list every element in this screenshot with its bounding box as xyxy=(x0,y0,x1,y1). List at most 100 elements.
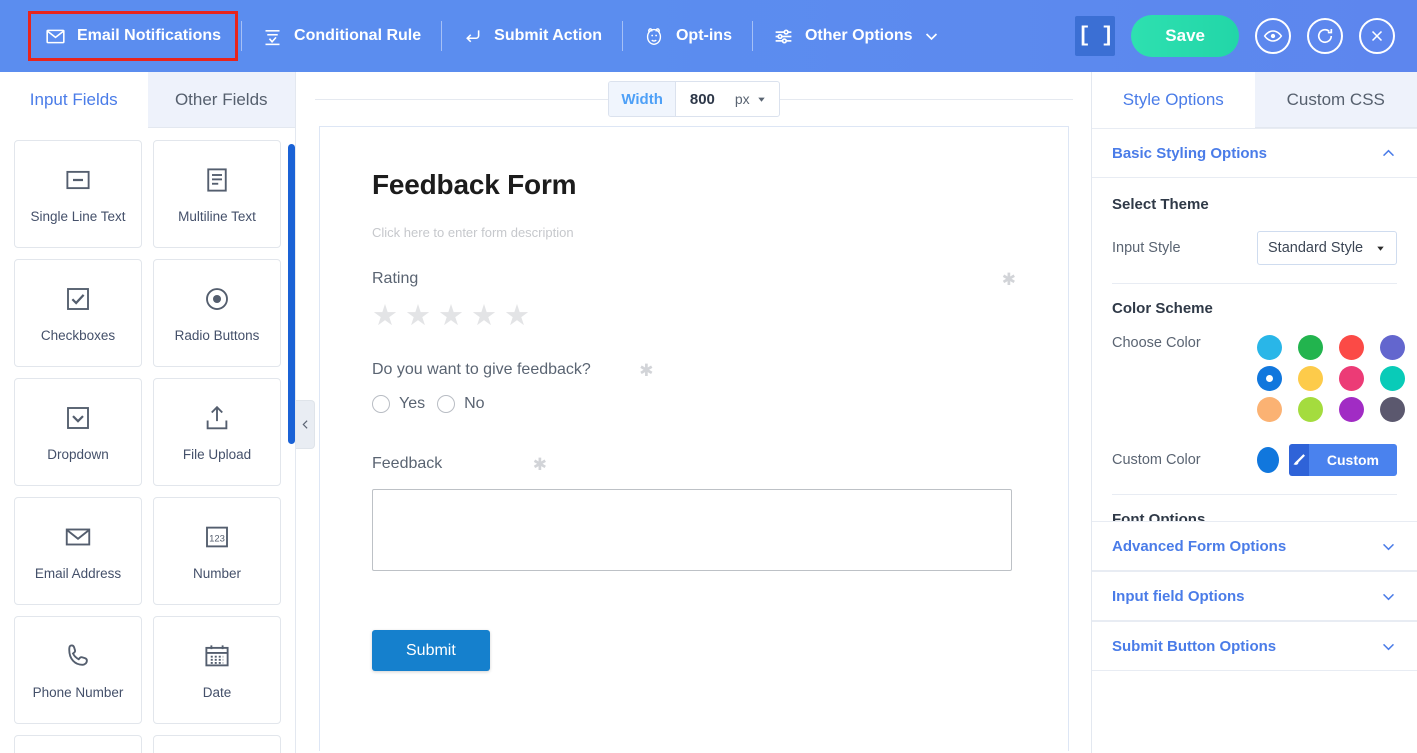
color-swatch[interactable] xyxy=(1380,397,1405,422)
field-card-multiline-text[interactable]: Multiline Text xyxy=(153,140,281,248)
form-field-radio-feedback[interactable]: Do you want to give feedback? ✱ Yes No xyxy=(372,361,1016,413)
field-card-label: Phone Number xyxy=(32,684,124,700)
field-card-phone-number[interactable]: Phone Number xyxy=(14,616,142,724)
color-swatch[interactable] xyxy=(1257,397,1282,422)
form-width-control: Width px xyxy=(608,81,780,117)
font-options-title: Font Options xyxy=(1112,511,1206,521)
mailchimp-monkey-icon xyxy=(643,25,665,47)
tab-input-fields[interactable]: Input Fields xyxy=(0,72,148,128)
toolbar-item-opt-ins[interactable]: Opt-ins xyxy=(626,11,749,61)
field-card-label: Multiline Text xyxy=(178,208,256,224)
color-swatch[interactable] xyxy=(1380,366,1405,391)
form-title[interactable]: Feedback Form xyxy=(372,169,1016,201)
field-card-number[interactable]: 123 Number xyxy=(153,497,281,605)
save-button[interactable]: Save xyxy=(1131,15,1239,57)
field-card-checkboxes[interactable]: Checkboxes xyxy=(14,259,142,367)
phone-icon xyxy=(63,641,93,671)
toolbar-divider xyxy=(441,21,443,51)
toolbar-item-other-options[interactable]: Other Options xyxy=(756,11,957,61)
radio-option-no[interactable]: No xyxy=(437,395,485,413)
tab-style-options[interactable]: Style Options xyxy=(1092,72,1255,128)
basic-styling-body: Select Theme Input Style Standard Style … xyxy=(1092,178,1417,521)
field-card-file-upload[interactable]: File Upload xyxy=(153,378,281,486)
radio-options: Yes No xyxy=(372,395,1016,413)
field-card-radio-buttons[interactable]: Radio Buttons xyxy=(153,259,281,367)
width-unit-select[interactable]: px xyxy=(733,91,779,107)
width-unit-label: px xyxy=(734,91,750,107)
field-card-dropdown[interactable]: Dropdown xyxy=(14,378,142,486)
accordion-basic-styling-options[interactable]: Basic Styling Options xyxy=(1092,128,1417,178)
custom-color-row: Custom Color Custom xyxy=(1112,444,1397,476)
sidebar-scrollbar[interactable] xyxy=(288,144,295,444)
custom-color-swatch[interactable] xyxy=(1257,447,1280,473)
input-style-value: Standard Style xyxy=(1268,240,1364,256)
feedback-textarea[interactable] xyxy=(372,489,1012,571)
field-card-label: Single Line Text xyxy=(30,208,126,224)
custom-color-button-label: Custom xyxy=(1308,444,1397,476)
color-swatch[interactable] xyxy=(1298,366,1323,391)
color-swatch[interactable] xyxy=(1298,335,1323,360)
form-field-feedback[interactable]: Feedback ✱ xyxy=(372,455,1016,576)
refresh-icon[interactable] xyxy=(1307,18,1343,54)
tab-other-fields[interactable]: Other Fields xyxy=(147,72,295,128)
input-style-select[interactable]: Standard Style xyxy=(1257,231,1397,265)
accordion-input-field-options[interactable]: Input field Options xyxy=(1092,571,1417,621)
color-swatch[interactable] xyxy=(1298,397,1323,422)
submit-button[interactable]: Submit xyxy=(372,630,490,671)
number-123-icon: 123 xyxy=(202,522,232,552)
star-icon[interactable]: ★ xyxy=(504,302,530,331)
preview-icon[interactable] xyxy=(1255,18,1291,54)
form-field-rating[interactable]: Rating ✱ ★ ★ ★ ★ ★ xyxy=(372,270,1016,331)
color-swatch[interactable] xyxy=(1339,335,1364,360)
width-input[interactable] xyxy=(674,82,733,116)
section-divider xyxy=(1112,283,1397,284)
shortcode-button[interactable]: [ ] xyxy=(1075,16,1116,56)
star-icon[interactable]: ★ xyxy=(471,302,497,331)
radio-option-yes[interactable]: Yes xyxy=(372,395,425,413)
rating-stars[interactable]: ★ ★ ★ ★ ★ xyxy=(372,302,1016,331)
toolbar-item-email-notifications[interactable]: Email Notifications xyxy=(28,11,239,61)
form-submit-row: Submit xyxy=(372,630,1016,671)
color-swatch[interactable] xyxy=(1339,366,1364,391)
field-card-single-line-text[interactable]: Single Line Text xyxy=(14,140,142,248)
color-swatch-selected[interactable] xyxy=(1257,366,1282,391)
color-swatch[interactable] xyxy=(1257,335,1282,360)
tab-custom-css[interactable]: Custom CSS xyxy=(1254,72,1417,128)
field-card-email-address[interactable]: Email Address xyxy=(14,497,142,605)
color-swatch[interactable] xyxy=(1380,335,1405,360)
close-icon[interactable] xyxy=(1359,18,1395,54)
sidebar-tabs: Input Fields Other Fields xyxy=(0,72,295,128)
star-icon[interactable]: ★ xyxy=(405,302,431,331)
star-icon[interactable]: ★ xyxy=(438,302,464,331)
field-palette-scroll: Single Line Text Multiline Text Checkbox… xyxy=(0,128,295,753)
upload-icon xyxy=(202,403,232,433)
toolbar-divider xyxy=(621,21,623,51)
toolbar-item-submit-action[interactable]: Submit Action xyxy=(445,11,619,61)
field-card-link[interactable] xyxy=(153,735,281,753)
form-description-placeholder[interactable]: Click here to enter form description xyxy=(372,225,1016,240)
custom-color-button[interactable]: Custom xyxy=(1289,444,1397,476)
toolbar-actions: [ ] Save xyxy=(1075,15,1417,57)
canvas-width-bar: Width px xyxy=(297,72,1091,126)
caret-down-icon xyxy=(757,97,765,102)
field-card-date[interactable]: Date xyxy=(153,616,281,724)
sidebar-collapse-handle[interactable] xyxy=(296,400,315,449)
form-preview-frame: Feedback Form Click here to enter form d… xyxy=(319,126,1069,751)
required-asterisk: ✱ xyxy=(639,361,654,380)
select-theme-title: Select Theme xyxy=(1112,196,1209,213)
accordion-advanced-form-options[interactable]: Advanced Form Options xyxy=(1092,521,1417,571)
field-card-label: Email Address xyxy=(34,565,122,581)
checkbox-icon xyxy=(63,284,93,314)
color-scheme-title: Color Scheme xyxy=(1112,300,1213,317)
radio-icon xyxy=(202,284,232,314)
toolbar-item-conditional-rule[interactable]: Conditional Rule xyxy=(245,11,438,61)
toolbar-divider xyxy=(241,21,243,51)
toolbar-item-label: Other Options xyxy=(804,27,913,44)
accordion-submit-button-options[interactable]: Submit Button Options xyxy=(1092,621,1417,671)
width-label: Width xyxy=(609,82,675,116)
star-icon[interactable]: ★ xyxy=(372,302,398,331)
top-toolbar: Email Notifications Conditional Rule Sub… xyxy=(0,0,1417,72)
color-swatch[interactable] xyxy=(1339,397,1364,422)
custom-color-label: Custom Color xyxy=(1112,452,1201,468)
field-card-time[interactable] xyxy=(14,735,142,753)
